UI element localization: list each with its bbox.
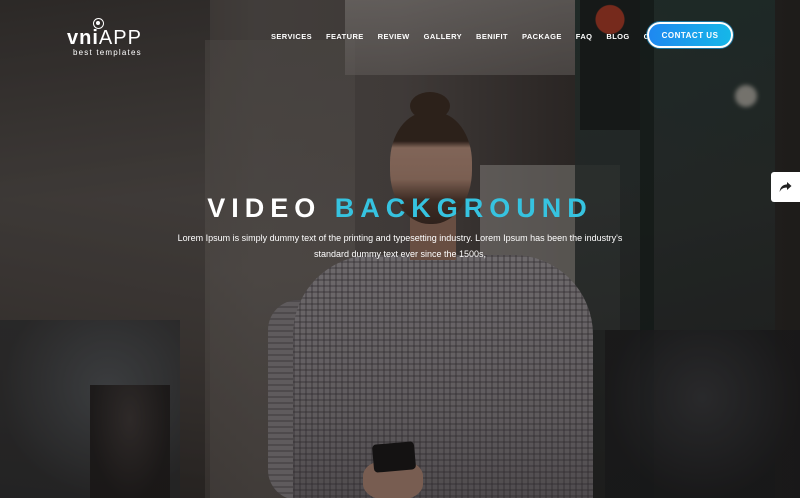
share-arrow-icon bbox=[779, 182, 792, 192]
contact-us-button[interactable]: CONTACT US bbox=[647, 22, 733, 48]
nav-item-package[interactable]: PACKAGE bbox=[515, 31, 569, 43]
site-header: vniAPP best templates SERVICES FEATURE R… bbox=[0, 0, 800, 72]
brand-logo[interactable]: vniAPP best templates bbox=[67, 18, 167, 58]
logo-name-light: APP bbox=[98, 27, 142, 49]
share-button[interactable] bbox=[771, 172, 800, 202]
main-nav: SERVICES FEATURE REVIEW GALLERY BENIFIT … bbox=[264, 31, 690, 43]
nav-item-review[interactable]: REVIEW bbox=[371, 31, 417, 43]
nav-item-services[interactable]: SERVICES bbox=[264, 31, 319, 43]
nav-item-gallery[interactable]: GALLERY bbox=[417, 31, 469, 43]
hero-title: VIDEO BACKGROUND bbox=[0, 193, 800, 224]
hero-subtitle: Lorem Ipsum is simply dummy text of the … bbox=[177, 233, 623, 259]
logo-tagline: best templates bbox=[73, 48, 142, 57]
logo-name-bold: vni bbox=[67, 27, 99, 49]
logo-text: vniAPP bbox=[67, 27, 142, 50]
nav-item-feature[interactable]: FEATURE bbox=[319, 31, 371, 43]
hero-title-word2: BACKGROUND bbox=[334, 193, 593, 223]
nav-item-blog[interactable]: BLOG bbox=[599, 31, 636, 43]
hero-title-word1: VIDEO bbox=[207, 193, 322, 223]
nav-item-benifit[interactable]: BENIFIT bbox=[469, 31, 515, 43]
nav-item-faq[interactable]: FAQ bbox=[569, 31, 600, 43]
